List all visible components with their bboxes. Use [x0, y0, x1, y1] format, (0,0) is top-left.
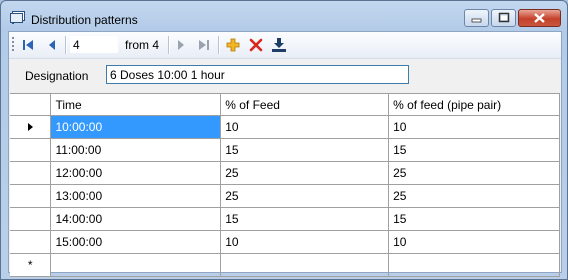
table-row: 14:00:00 15 15 [10, 207, 560, 231]
row-header[interactable] [10, 138, 52, 162]
maximize-icon [498, 12, 510, 23]
first-record-icon [23, 40, 33, 50]
column-header-time[interactable]: Time [50, 94, 222, 116]
cell-feed[interactable]: 15 [220, 207, 390, 231]
table-row: 10:00:00 10 10 [10, 115, 560, 139]
window-title: Distribution patterns [31, 13, 138, 27]
new-row: * [10, 253, 560, 277]
cell-feed[interactable]: 10 [220, 230, 390, 254]
cell-time[interactable]: 15:00:00 [50, 230, 222, 254]
toolbar-grip[interactable] [12, 37, 14, 53]
last-record-icon [199, 40, 209, 50]
grid-header-row: Time % of Feed % of feed (pipe pair) [10, 94, 560, 116]
move-next-button[interactable] [171, 35, 191, 55]
cell-pipe-pair[interactable]: 25 [388, 184, 560, 208]
window-app-icon [10, 11, 25, 24]
cell-time[interactable]: 12:00:00 [50, 161, 222, 185]
minimize-icon [471, 18, 482, 23]
cell-pipe-pair[interactable]: 15 [388, 207, 560, 231]
cell-pipe-pair[interactable] [388, 253, 560, 277]
move-first-button[interactable] [18, 35, 38, 55]
cell-feed[interactable]: 10 [220, 115, 390, 139]
window-client: from 4 Designation [8, 31, 562, 277]
add-new-button[interactable] [223, 35, 243, 55]
column-header-feed[interactable]: % of Feed [220, 94, 390, 116]
cell-feed[interactable]: 25 [220, 161, 390, 185]
row-header[interactable] [10, 184, 52, 208]
distribution-grid: Time % of Feed % of feed (pipe pair) 10:… [10, 93, 560, 277]
cell-time[interactable] [50, 253, 222, 277]
new-row-marker[interactable]: * [10, 253, 52, 277]
cell-pipe-pair[interactable]: 15 [388, 138, 560, 162]
cell-feed[interactable] [220, 253, 390, 277]
position-input[interactable] [70, 36, 118, 53]
delete-x-icon [249, 38, 263, 52]
cell-pipe-pair[interactable]: 10 [388, 115, 560, 139]
designation-field[interactable] [106, 65, 409, 84]
cell-feed[interactable]: 25 [220, 184, 390, 208]
row-header[interactable] [10, 207, 52, 231]
table-row: 12:00:00 25 25 [10, 161, 560, 185]
table-row: 15:00:00 10 10 [10, 230, 560, 254]
move-last-button[interactable] [194, 35, 214, 55]
designation-label: Designation [25, 69, 89, 83]
title-bar[interactable]: Distribution patterns [1, 1, 567, 33]
column-header-pipe-pair[interactable]: % of feed (pipe pair) [388, 94, 560, 116]
cell-time[interactable]: 10:00:00 [50, 115, 222, 139]
close-x-icon [534, 13, 545, 23]
next-record-icon [178, 40, 184, 50]
delete-button[interactable] [246, 35, 266, 55]
add-plus-icon [226, 38, 240, 52]
grid-corner[interactable] [10, 94, 52, 116]
row-header[interactable] [10, 161, 52, 185]
maximize-button[interactable] [491, 9, 516, 27]
save-button[interactable] [269, 35, 289, 55]
distribution-patterns-window: Distribution patterns from 4 [0, 0, 568, 280]
cell-pipe-pair[interactable]: 25 [388, 161, 560, 185]
current-row-arrow-icon [27, 123, 33, 131]
previous-record-icon [49, 40, 55, 50]
cell-time[interactable]: 14:00:00 [50, 207, 222, 231]
cell-time[interactable]: 11:00:00 [50, 138, 222, 162]
move-previous-button[interactable] [42, 35, 62, 55]
row-header[interactable] [10, 115, 52, 139]
download-save-icon [272, 38, 286, 52]
cell-feed[interactable]: 15 [220, 138, 390, 162]
binding-navigator: from 4 [9, 32, 561, 59]
row-header[interactable] [10, 230, 52, 254]
cell-time[interactable]: 13:00:00 [50, 184, 222, 208]
minimize-button[interactable] [464, 9, 489, 27]
record-count-label: from 4 [125, 38, 160, 52]
table-row: 11:00:00 15 15 [10, 138, 560, 162]
cell-pipe-pair[interactable]: 10 [388, 230, 560, 254]
table-row: 13:00:00 25 25 [10, 184, 560, 208]
close-button[interactable] [518, 9, 561, 27]
